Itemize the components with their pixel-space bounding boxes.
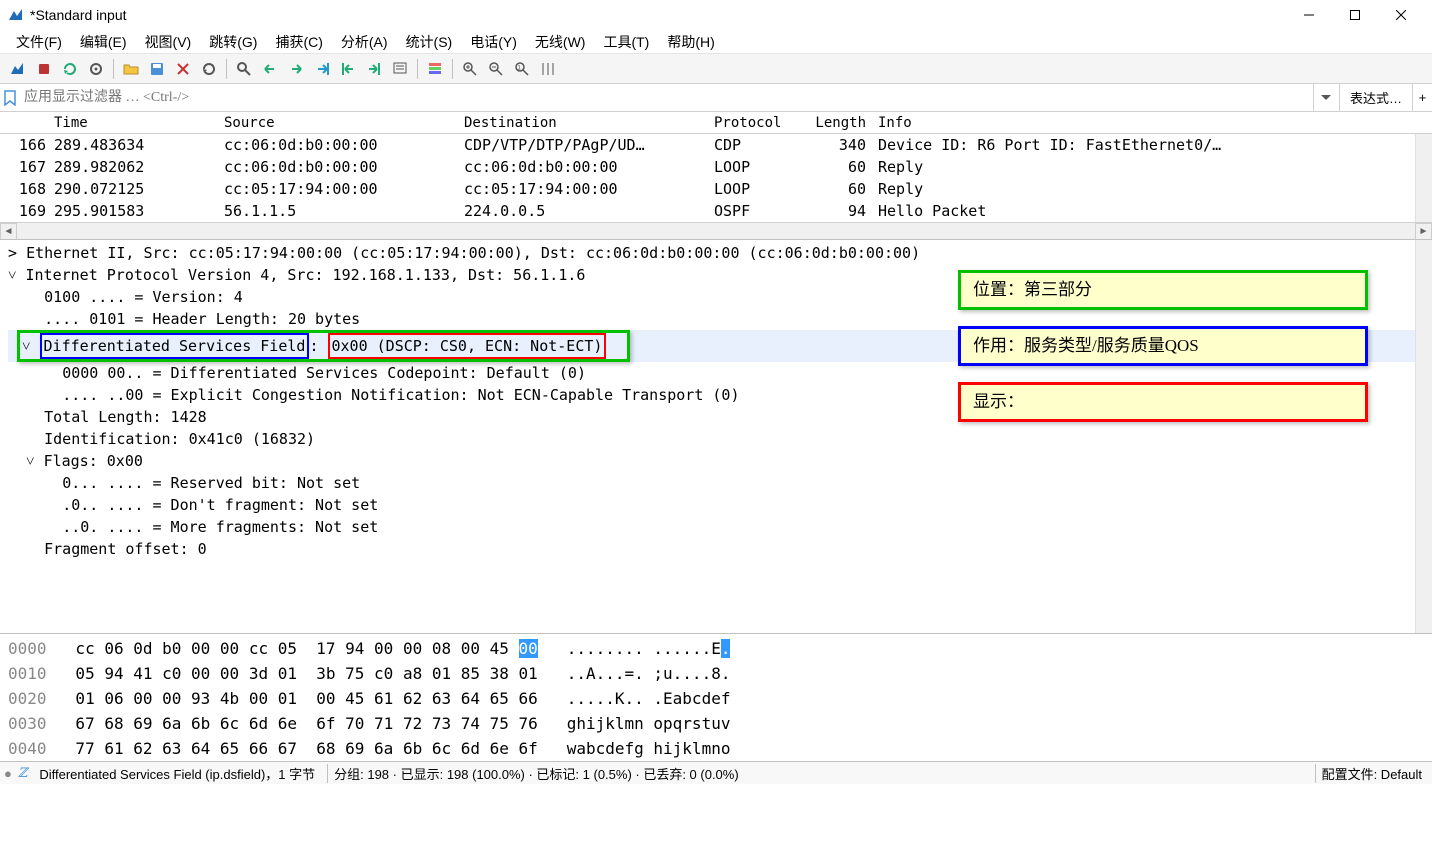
maximize-button[interactable] bbox=[1332, 0, 1378, 30]
bookmark-icon[interactable] bbox=[0, 90, 20, 106]
goto-packet-icon[interactable] bbox=[310, 57, 334, 81]
capture-options-icon[interactable] bbox=[84, 57, 108, 81]
autoscroll-icon[interactable] bbox=[388, 57, 412, 81]
resize-columns-icon[interactable] bbox=[536, 57, 560, 81]
tree-ip-flags[interactable]: ˅ Flags: 0x00 bbox=[8, 450, 1432, 472]
go-back-icon[interactable] bbox=[258, 57, 282, 81]
packet-row[interactable]: 167289.982062cc:06:0d:b0:00:00cc:06:0d:b… bbox=[0, 156, 1432, 178]
status-expert-icon[interactable]: ℤ bbox=[18, 765, 28, 781]
zoom-reset-icon[interactable]: 1 bbox=[510, 57, 534, 81]
menu-edit[interactable]: 编辑(E) bbox=[72, 30, 135, 54]
col-length[interactable]: Length bbox=[800, 113, 870, 133]
colorize-icon[interactable] bbox=[423, 57, 447, 81]
menu-go[interactable]: 跳转(G) bbox=[201, 30, 265, 54]
packet-row[interactable]: 169295.90158356.1.1.5224.0.0.5OSPF94Hell… bbox=[0, 200, 1432, 222]
window-title-bar: *Standard input bbox=[0, 0, 1432, 30]
details-vscroll[interactable] bbox=[1415, 240, 1432, 633]
status-bar: ● ℤ Differentiated Services Field (ip.ds… bbox=[0, 761, 1432, 784]
scroll-left-icon[interactable]: ◄ bbox=[0, 223, 17, 240]
tree-ip-reserved[interactable]: 0... .... = Reserved bit: Not set bbox=[8, 472, 1432, 494]
scroll-right-icon[interactable]: ► bbox=[1415, 223, 1432, 240]
annotation-position: 位置：第三部分 bbox=[958, 270, 1368, 310]
add-filter-button[interactable]: + bbox=[1412, 84, 1432, 111]
status-packets: 分组: 198 · 已显示: 198 (100.0%) · 已标记: 1 (0.… bbox=[327, 764, 1308, 783]
go-last-icon[interactable] bbox=[362, 57, 386, 81]
go-first-icon[interactable] bbox=[336, 57, 360, 81]
restart-capture-icon[interactable] bbox=[58, 57, 82, 81]
start-capture-icon[interactable] bbox=[6, 57, 30, 81]
menu-bar: 文件(F) 编辑(E) 视图(V) 跳转(G) 捕获(C) 分析(A) 统计(S… bbox=[0, 30, 1432, 54]
save-file-icon[interactable] bbox=[145, 57, 169, 81]
packet-details-pane: > Ethernet II, Src: cc:05:17:94:00:00 (c… bbox=[0, 240, 1432, 634]
go-forward-icon[interactable] bbox=[284, 57, 308, 81]
menu-wireless[interactable]: 无线(W) bbox=[527, 30, 594, 54]
menu-stats[interactable]: 统计(S) bbox=[398, 30, 461, 54]
packet-row[interactable]: 166289.483634cc:06:0d:b0:00:00CDP/VTP/DT… bbox=[0, 134, 1432, 156]
tree-ip-mf[interactable]: ..0. .... = More fragments: Not set bbox=[8, 516, 1432, 538]
packet-bytes-pane: 0000 cc 06 0d b0 00 00 cc 05 17 94 00 00… bbox=[0, 634, 1432, 761]
tree-ip-id[interactable]: Identification: 0x41c0 (16832) bbox=[8, 428, 1432, 450]
annotation-role: 作用：服务类型/服务质量QOS bbox=[958, 326, 1368, 366]
find-icon[interactable] bbox=[232, 57, 256, 81]
close-file-icon[interactable] bbox=[171, 57, 195, 81]
zoom-in-icon[interactable] bbox=[458, 57, 482, 81]
menu-file[interactable]: 文件(F) bbox=[8, 30, 70, 54]
packet-list-pane: Time Source Destination Protocol Length … bbox=[0, 112, 1432, 240]
filter-dropdown-icon[interactable] bbox=[1313, 84, 1339, 111]
col-protocol[interactable]: Protocol bbox=[710, 113, 800, 133]
packet-list-header: Time Source Destination Protocol Length … bbox=[0, 112, 1432, 134]
annotation-display: 显示： bbox=[958, 382, 1368, 422]
hex-row[interactable]: 0010 05 94 41 c0 00 00 3d 01 3b 75 c0 a8… bbox=[8, 661, 1424, 686]
col-source[interactable]: Source bbox=[220, 113, 460, 133]
expression-button[interactable]: 表达式… bbox=[1339, 84, 1412, 111]
menu-view[interactable]: 视图(V) bbox=[137, 30, 200, 54]
open-file-icon[interactable] bbox=[119, 57, 143, 81]
app-icon bbox=[8, 7, 24, 23]
col-destination[interactable]: Destination bbox=[460, 113, 710, 133]
menu-tools[interactable]: 工具(T) bbox=[595, 30, 657, 54]
menu-analyze[interactable]: 分析(A) bbox=[333, 30, 396, 54]
window-title: *Standard input bbox=[30, 7, 1286, 23]
tree-ethernet[interactable]: > Ethernet II, Src: cc:05:17:94:00:00 (c… bbox=[8, 242, 1432, 264]
packet-list-vscroll[interactable] bbox=[1415, 134, 1432, 222]
display-filter-input[interactable] bbox=[20, 87, 1313, 109]
menu-capture[interactable]: 捕获(C) bbox=[267, 30, 330, 54]
hex-row[interactable]: 0040 77 61 62 63 64 65 66 67 68 69 6a 6b… bbox=[8, 736, 1424, 761]
tree-ip-df[interactable]: .0.. .... = Don't fragment: Not set bbox=[8, 494, 1432, 516]
tree-ip-fragoff[interactable]: Fragment offset: 0 bbox=[8, 538, 1432, 560]
status-profile[interactable]: 配置文件: Default bbox=[1315, 764, 1428, 783]
reload-icon[interactable] bbox=[197, 57, 221, 81]
close-button[interactable] bbox=[1378, 0, 1424, 30]
menu-telephony[interactable]: 电话(Y) bbox=[462, 30, 525, 54]
hex-row[interactable]: 0020 01 06 00 00 93 4b 00 01 00 45 61 62… bbox=[8, 686, 1424, 711]
main-toolbar: 1 bbox=[0, 54, 1432, 84]
col-time[interactable]: Time bbox=[50, 113, 220, 133]
display-filter-bar: 表达式… + bbox=[0, 84, 1432, 112]
minimize-button[interactable] bbox=[1286, 0, 1332, 30]
packet-list-hscroll[interactable]: ◄ ► bbox=[0, 222, 1432, 239]
status-field: Differentiated Services Field (ip.dsfiel… bbox=[33, 764, 321, 783]
zoom-out-icon[interactable] bbox=[484, 57, 508, 81]
menu-help[interactable]: 帮助(H) bbox=[659, 30, 722, 54]
hex-row[interactable]: 0030 67 68 69 6a 6b 6c 6d 6e 6f 70 71 72… bbox=[8, 711, 1424, 736]
hex-row[interactable]: 0000 cc 06 0d b0 00 00 cc 05 17 94 00 00… bbox=[8, 636, 1424, 661]
status-bullet-icon: ● bbox=[4, 766, 12, 781]
packet-row[interactable]: 168290.072125cc:05:17:94:00:00cc:05:17:9… bbox=[0, 178, 1432, 200]
stop-capture-icon[interactable] bbox=[32, 57, 56, 81]
col-info[interactable]: Info bbox=[870, 113, 1432, 133]
